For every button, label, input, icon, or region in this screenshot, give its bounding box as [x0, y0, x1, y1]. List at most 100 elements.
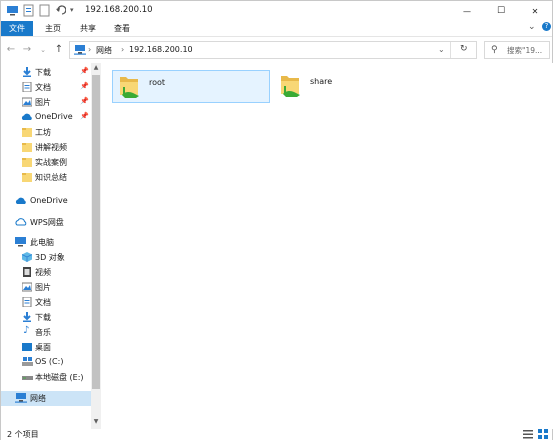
picture-icon — [21, 282, 33, 292]
tab-view[interactable]: 查看 — [107, 21, 137, 36]
sidebar-item-onedrive-quick[interactable]: OneDrive 📌 — [1, 110, 91, 125]
recent-locations-icon[interactable]: ⌄ — [37, 43, 49, 57]
sidebar-item-label: 本地磁盘 (E:) — [35, 373, 84, 382]
pin-icon: 📌 — [80, 67, 89, 75]
sidebar-item-label: 实战案例 — [35, 158, 67, 167]
wps-cloud-icon — [15, 217, 27, 227]
sidebar-item-wps[interactable]: WPS网盘 — [1, 215, 91, 230]
sidebar-item-label: 3D 对象 — [35, 253, 65, 262]
sidebar-item-label: 此电脑 — [30, 238, 54, 247]
breadcrumb-network[interactable]: 网络 — [96, 45, 112, 56]
computer-icon — [15, 237, 26, 247]
refresh-icon[interactable]: ↻ — [460, 44, 468, 54]
desktop-icon — [22, 342, 32, 352]
sidebar-item-3d-objects[interactable]: 3D 对象 — [1, 250, 91, 265]
sidebar-item-pictures[interactable]: 图片 📌 — [1, 95, 91, 110]
sidebar-item-drive-c[interactable]: OS (C:) — [1, 355, 91, 370]
maximize-button[interactable]: ☐ — [484, 1, 518, 21]
sidebar-item-label: 知识总结 — [35, 173, 67, 182]
sidebar-item-label: 下载 — [35, 313, 51, 322]
properties-icon[interactable] — [23, 4, 34, 18]
search-icon: ⚲ — [491, 45, 498, 55]
ribbon-tabs: 文件 主页 共享 查看 ⌄ ? — [1, 21, 552, 37]
sidebar-item-this-pc[interactable]: 此电脑 — [1, 235, 91, 250]
folder-tile-root[interactable]: root — [112, 70, 270, 103]
network-share-folder-icon — [117, 73, 141, 99]
sidebar-item-documents[interactable]: 文档 — [1, 295, 91, 310]
sidebar-item-network[interactable]: 网络 — [1, 391, 91, 406]
sidebar-item-folder[interactable]: 工坊 — [1, 125, 91, 140]
navigation-bar: ← → ⌄ ↑ › 网络 › 192.168.200.10 ⌄ ↻ ⚲ 搜索"1… — [1, 37, 552, 63]
tab-share[interactable]: 共享 — [73, 21, 103, 36]
folder-icon — [22, 172, 32, 182]
sidebar-item-desktop[interactable]: 桌面 — [1, 340, 91, 355]
drive-icon — [22, 372, 33, 382]
sidebar-item-music[interactable]: ♪ 音乐 — [1, 325, 91, 340]
scroll-up-icon[interactable]: ▲ — [91, 63, 101, 73]
download-arrow-icon — [22, 312, 32, 322]
network-icon — [15, 393, 27, 403]
folder-tile-share[interactable]: share — [274, 70, 432, 103]
document-icon — [22, 296, 32, 308]
undo-icon[interactable] — [55, 4, 67, 18]
network-icon — [74, 45, 86, 57]
document-icon — [22, 81, 32, 93]
network-share-folder-icon — [278, 72, 302, 98]
sidebar-item-downloads[interactable]: 下载 📌 — [1, 65, 91, 80]
sidebar-item-videos[interactable]: 视频 — [1, 265, 91, 280]
up-button[interactable]: ↑ — [53, 43, 65, 57]
pin-icon: 📌 — [80, 97, 89, 105]
breadcrumb-separator: › — [121, 45, 125, 54]
pin-icon: 📌 — [80, 82, 89, 90]
large-icons-view-icon[interactable] — [538, 429, 548, 439]
address-history-icon[interactable]: ⌄ — [438, 45, 445, 54]
sidebar-item-label: OS (C:) — [35, 357, 64, 366]
sidebar-item-label: WPS网盘 — [30, 218, 64, 227]
address-bar[interactable]: › 网络 › 192.168.200.10 ⌄ ↻ — [69, 41, 477, 59]
search-box[interactable]: ⚲ 搜索"19... — [484, 41, 550, 59]
title-bar: ▾ 192.168.200.10 — ☐ ✕ — [1, 1, 552, 21]
sidebar-item-onedrive[interactable]: OneDrive — [1, 194, 91, 209]
sidebar-item-label: 工坊 — [35, 128, 51, 137]
sidebar-item-folder[interactable]: 讲解视频 — [1, 140, 91, 155]
sidebar-item-label: 下载 — [35, 68, 51, 77]
search-placeholder: 搜索"19... — [507, 46, 543, 55]
sidebar-scrollbar[interactable]: ▲ ▼ — [91, 63, 101, 429]
sidebar-item-downloads[interactable]: 下载 — [1, 310, 91, 325]
tab-file[interactable]: 文件 — [1, 21, 33, 36]
sidebar-item-label: 图片 — [35, 98, 51, 107]
forward-button[interactable]: → — [21, 43, 33, 57]
sidebar-item-label: 视频 — [35, 268, 51, 277]
item-count: 2 个项目 — [7, 430, 39, 439]
back-button[interactable]: ← — [5, 43, 17, 57]
sidebar-item-folder[interactable]: 实战案例 — [1, 155, 91, 170]
breadcrumb-separator: › — [88, 45, 92, 54]
sidebar-item-label: 讲解视频 — [35, 143, 67, 152]
file-list: root share — [102, 63, 553, 429]
sidebar-item-pictures[interactable]: 图片 — [1, 280, 91, 295]
folder-name: share — [310, 77, 333, 86]
help-icon[interactable]: ? — [542, 22, 551, 31]
sidebar-item-label: 桌面 — [35, 343, 51, 352]
tab-home[interactable]: 主页 — [38, 21, 68, 36]
folder-name: root — [149, 78, 166, 87]
cloud-icon — [15, 196, 26, 206]
3d-objects-icon — [21, 252, 33, 262]
breadcrumb-host[interactable]: 192.168.200.10 — [129, 45, 193, 54]
customize-toolbar-icon[interactable]: ▾ — [70, 6, 74, 20]
sidebar-item-label: 音乐 — [35, 328, 51, 337]
sidebar-item-drive-e[interactable]: 本地磁盘 (E:) — [1, 370, 91, 385]
close-button[interactable]: ✕ — [518, 1, 552, 21]
scroll-down-icon[interactable]: ▼ — [91, 417, 101, 427]
sidebar-item-documents[interactable]: 文档 📌 — [1, 80, 91, 95]
sidebar-item-folder[interactable]: 知识总结 — [1, 170, 91, 185]
sidebar-item-label: OneDrive — [35, 112, 73, 121]
scrollbar-thumb[interactable] — [92, 75, 100, 389]
minimize-button[interactable]: — — [450, 1, 484, 21]
new-folder-icon[interactable] — [39, 4, 50, 18]
sidebar-item-label: 网络 — [30, 394, 46, 403]
details-view-icon[interactable] — [523, 429, 533, 439]
folder-icon — [22, 127, 32, 137]
expand-ribbon-icon[interactable]: ⌄ — [528, 22, 536, 32]
music-icon: ♪ — [23, 325, 30, 336]
